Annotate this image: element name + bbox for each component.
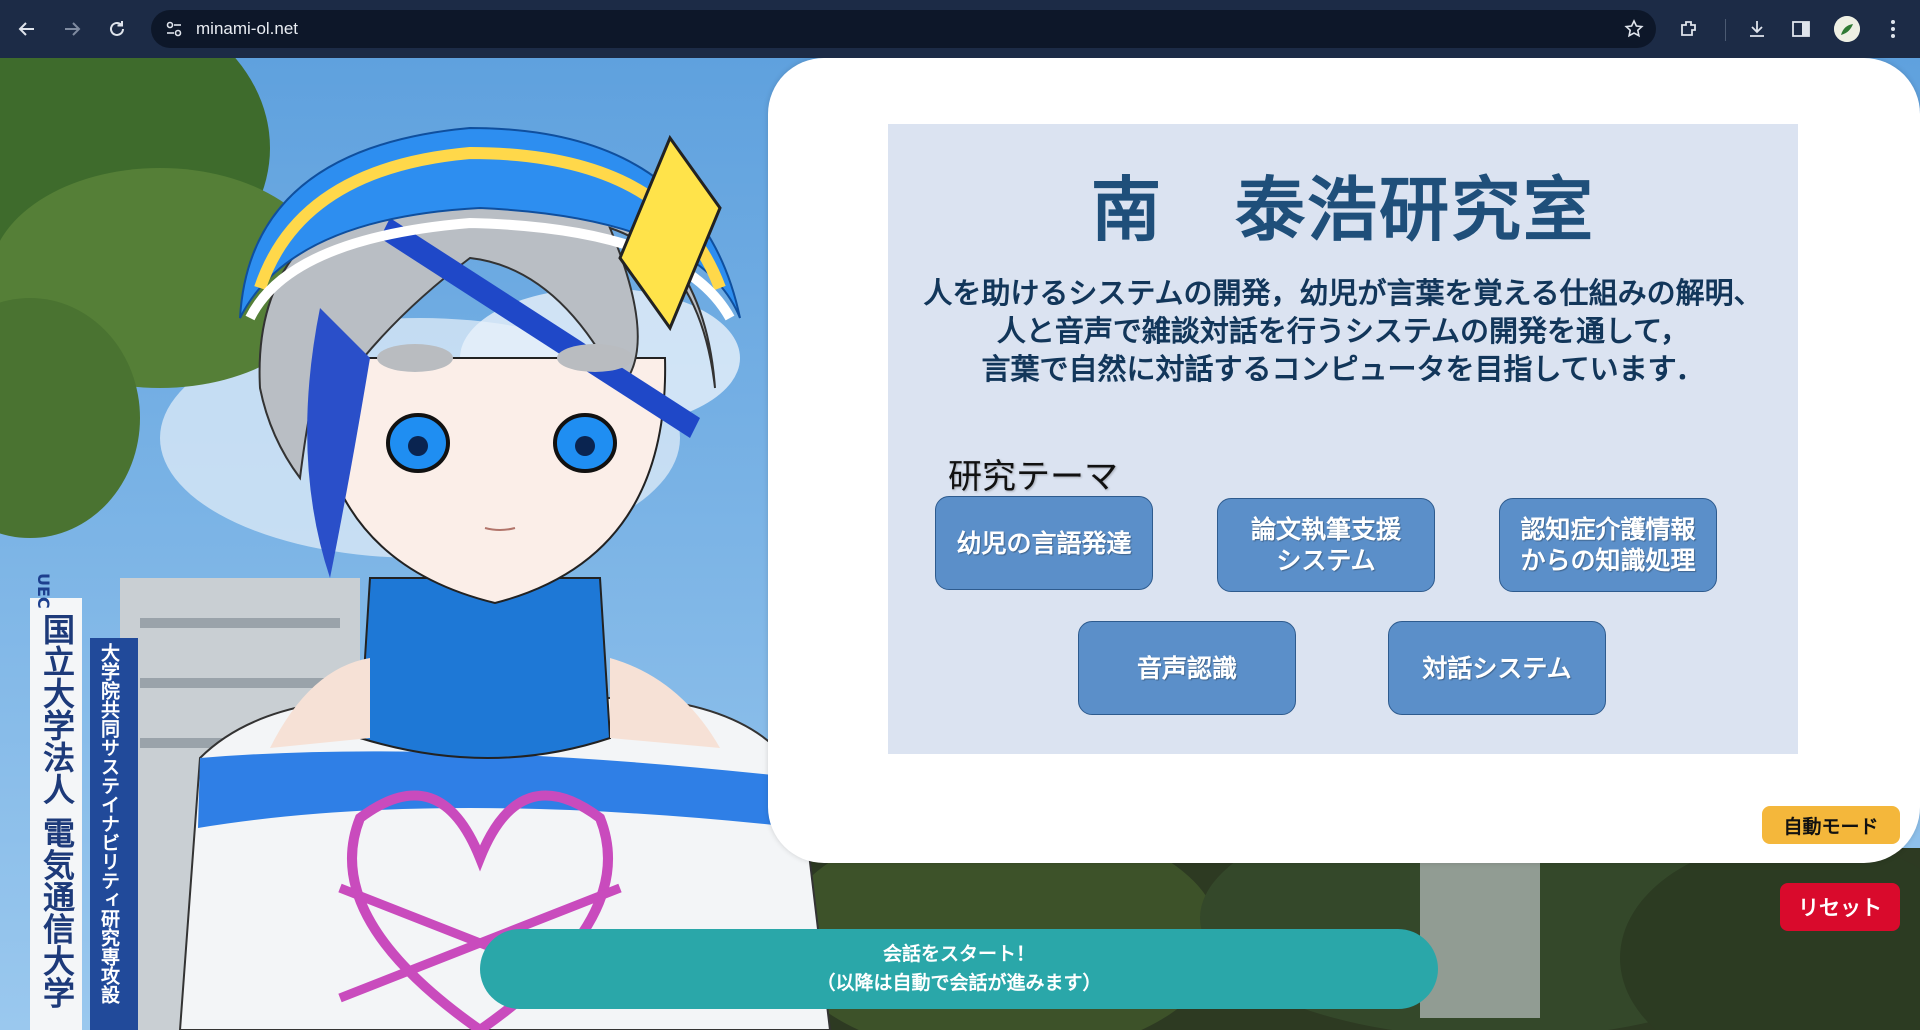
auto-mode-button[interactable]: 自動モード [1762, 806, 1900, 844]
banner-university-name: 国立大学法人 電気通信大学 [38, 613, 76, 1009]
site-info-icon[interactable] [165, 20, 183, 42]
address-bar[interactable]: minami-ol.net [151, 10, 1656, 48]
url-text[interactable]: minami-ol.net [196, 19, 298, 39]
start-button-sublabel: （以降は自動で会話が進みます） [816, 972, 1102, 994]
forward-arrow-icon[interactable] [55, 12, 89, 46]
start-button-label: 会話をスタート！ [882, 943, 1035, 965]
browser-toolbar: minami-ol.net [0, 0, 1920, 58]
description-line: 人を助けるシステムの開発，幼児が言葉を覚える仕組みの解明、 [923, 276, 1763, 310]
banner-graduate-school: 大学院共同サステイナビリティ研究専攻設 [98, 643, 120, 1004]
reload-icon[interactable] [100, 12, 134, 46]
theme-button-paper-writing[interactable]: 論文執筆支援 システム [1217, 498, 1435, 592]
lab-info-box: 南 泰浩研究室 人を助けるシステムの開発，幼児が言葉を覚える仕組みの解明、 人と… [888, 124, 1798, 754]
theme-button-child-language[interactable]: 幼児の言語発達 [935, 496, 1153, 590]
theme-button-dialogue-system[interactable]: 対話システム [1388, 621, 1606, 715]
download-icon[interactable] [1740, 12, 1774, 46]
menu-dots-icon[interactable] [1876, 12, 1910, 46]
research-theme-heading: 研究テーマ [948, 457, 1118, 497]
toolbar-divider [1725, 19, 1726, 41]
start-conversation-button[interactable]: 会話をスタート！ （以降は自動で会話が進みます） [480, 929, 1438, 1009]
page-viewport: UEC 国立大学法人 電気通信大学 大学院共同サステイナビリティ研究専攻設 南 … [0, 58, 1920, 1030]
back-arrow-icon[interactable] [10, 12, 44, 46]
profile-avatar-icon[interactable] [1834, 16, 1860, 42]
star-icon[interactable] [1624, 19, 1644, 43]
lab-title: 南 泰浩研究室 [1091, 169, 1595, 251]
lab-description: 人を助けるシステムの開発，幼児が言葉を覚える仕組みの解明、 人と音声で雑談対話を… [888, 274, 1798, 388]
extensions-icon[interactable] [1672, 12, 1706, 46]
description-line: 言葉で自然に対話するコンピュータを目指しています． [981, 352, 1705, 386]
lab-info-panel: 南 泰浩研究室 人を助けるシステムの開発，幼児が言葉を覚える仕組みの解明、 人と… [768, 58, 1920, 863]
theme-button-dementia-care[interactable]: 認知症介護情報 からの知識処理 [1499, 498, 1717, 592]
reset-button[interactable]: リセット [1780, 883, 1900, 931]
virtual-agent-avatar [178, 126, 832, 1030]
theme-button-speech-recognition[interactable]: 音声認識 [1078, 621, 1296, 715]
side-panel-icon[interactable] [1784, 12, 1818, 46]
banner-logo: UEC [34, 573, 53, 609]
description-line: 人と音声で雑談対話を行うシステムの開発を通して， [996, 314, 1690, 348]
